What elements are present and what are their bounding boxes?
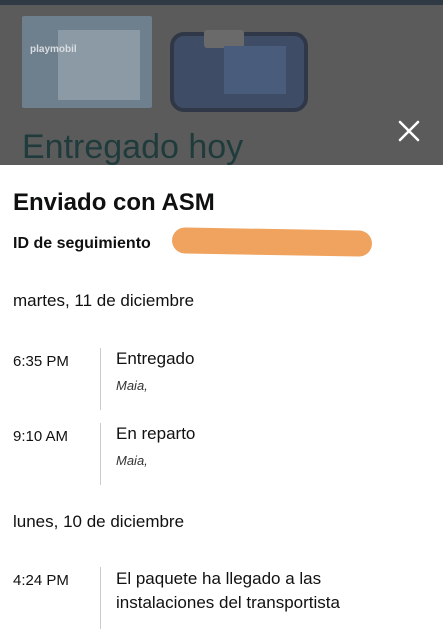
event-location: Maia, [116,378,148,393]
product-image-playmobil: playmobil [22,16,152,108]
event-time: 9:10 AM [13,428,69,445]
date-heading: martes, 11 de diciembre [13,291,195,310]
date-heading: lunes, 10 de diciembre [13,512,185,531]
delivery-headline: Entregado hoy [22,128,244,165]
close-button[interactable] [396,118,422,144]
timeline-divider [100,567,101,629]
product-image-detail [58,30,140,100]
event-time: 4:24 PM [13,572,69,589]
close-icon [398,120,420,142]
timeline-divider [100,348,101,410]
event-status-line2: instalaciones del transportista [116,593,340,612]
carrier-title: Enviado con ASM [13,189,215,216]
top-strip [0,0,443,5]
event-status: Entregado [116,349,195,368]
event-time: 6:35 PM [13,353,69,370]
background-overlay[interactable]: playmobil Entregado hoy [0,0,443,165]
product-image-case [170,30,308,112]
tracking-sheet: Enviado con ASM ID de seguimiento martes… [0,165,443,640]
timeline-divider [100,423,101,485]
event-location: Maia, [116,453,148,468]
case-pattern [224,46,286,94]
tracking-id-label: ID de seguimiento [13,235,151,252]
event-status: En reparto [116,424,196,443]
product-brand-label: playmobil [30,44,77,55]
tracking-id-redaction [171,227,373,257]
event-status-line1: El paquete ha llegado a las [116,569,322,588]
